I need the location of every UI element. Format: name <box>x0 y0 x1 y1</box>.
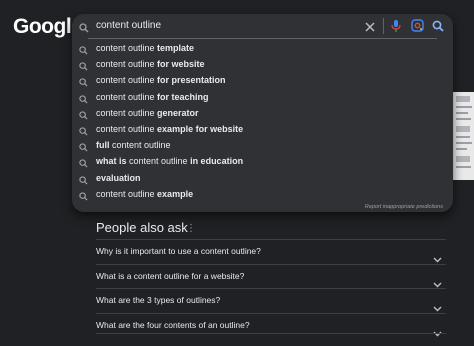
question-item[interactable]: What is a content outline for a website? <box>96 264 446 289</box>
more-options-icon[interactable]: ⋮ <box>186 223 196 234</box>
suggestion-item[interactable]: content outline generator <box>72 105 453 121</box>
suggestion-text: content outline for presentation <box>96 72 226 88</box>
suggestion-item[interactable]: content outline example for website <box>72 121 453 137</box>
suggestion-item[interactable]: full content outline <box>72 137 453 153</box>
clear-icon[interactable] <box>364 20 376 32</box>
divider <box>383 18 384 34</box>
suggestion-text: content outline generator <box>96 105 199 121</box>
chevron-down-icon <box>433 323 442 346</box>
suggestion-item[interactable]: content outline for presentation <box>72 72 453 88</box>
suggestion-text: content outline example <box>96 186 193 202</box>
question-item[interactable]: Why is it important to use a content out… <box>96 239 446 264</box>
suggestion-item[interactable]: content outline example <box>72 186 453 202</box>
search-icon <box>79 190 88 206</box>
question-text: Why is it important to use a content out… <box>96 240 261 264</box>
suggestion-text: evaluation <box>96 170 141 186</box>
question-text: What are the 3 types of outlines? <box>96 289 220 313</box>
suggestion-item[interactable]: content outline for website <box>72 56 453 72</box>
suggestion-list: content outline template content outline… <box>72 40 453 202</box>
people-also-ask-title: People also ask <box>96 220 188 235</box>
suggestion-item[interactable]: what is content outline in education <box>72 153 453 169</box>
suggestion-item[interactable]: content outline template <box>72 40 453 56</box>
report-predictions-link[interactable]: Report inappropriate predictions <box>365 204 443 210</box>
suggestion-text: content outline template <box>96 40 194 56</box>
suggestion-item[interactable]: evaluation <box>72 170 453 186</box>
search-autocomplete-panel: content outline content outline template… <box>72 14 453 212</box>
divider <box>96 333 446 334</box>
suggestion-text: what is content outline in education <box>96 153 243 169</box>
suggestion-text: content outline for website <box>96 56 205 72</box>
divider <box>88 38 437 39</box>
suggestion-text: full content outline <box>96 137 171 153</box>
google-lens-icon[interactable] <box>411 19 424 37</box>
search-button-icon[interactable] <box>432 19 444 37</box>
search-input[interactable]: content outline <box>96 18 356 34</box>
question-text: What is a content outline for a website? <box>96 265 244 289</box>
suggestion-item[interactable]: content outline for teaching <box>72 89 453 105</box>
thumbnail-image[interactable] <box>452 92 474 180</box>
microphone-icon[interactable] <box>390 19 402 38</box>
search-bar: content outline <box>72 14 453 38</box>
people-also-ask-list: Why is it important to use a content out… <box>96 239 446 337</box>
suggestion-text: content outline for teaching <box>96 89 209 105</box>
suggestion-text: content outline example for website <box>96 121 243 137</box>
question-item[interactable]: What are the 3 types of outlines? <box>96 288 446 313</box>
search-icon <box>79 20 89 38</box>
